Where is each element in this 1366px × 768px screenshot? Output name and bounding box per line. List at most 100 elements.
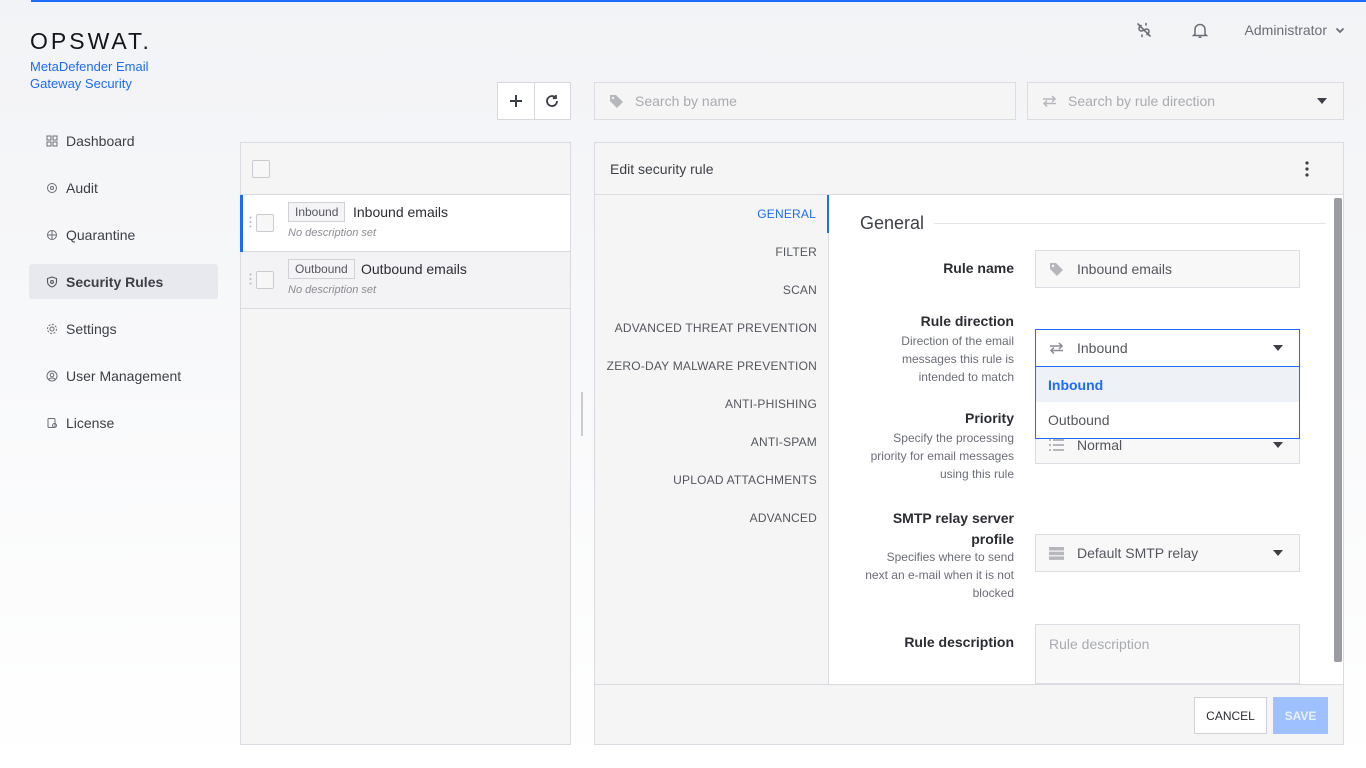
- rule-description-label: Rule description: [904, 634, 1014, 650]
- editor-footer: CANCEL SAVE: [595, 684, 1343, 744]
- tag-icon: [609, 93, 625, 109]
- sidebar-item-dashboard[interactable]: Dashboard: [29, 123, 218, 158]
- rule-list-toolbar: [497, 82, 571, 120]
- rule-direction-tag: Inbound: [288, 202, 346, 222]
- license-icon: [46, 417, 58, 429]
- bell-icon[interactable]: [1189, 19, 1211, 41]
- more-vertical-icon[interactable]: [1305, 161, 1309, 177]
- rule-item-outbound[interactable]: Outbound Outbound emails No description …: [241, 252, 570, 309]
- section-title: General: [860, 213, 925, 233]
- swap-arrows-icon: [1042, 93, 1058, 109]
- rule-description: No description set: [288, 284, 377, 296]
- rule-list: Inbound Inbound emails No description se…: [240, 142, 571, 745]
- sidebar-item-audit[interactable]: Audit: [29, 170, 218, 205]
- tab-advanced[interactable]: ADVANCED: [595, 499, 828, 537]
- drag-handle-icon[interactable]: [249, 216, 252, 228]
- refresh-icon: [546, 95, 559, 107]
- save-button[interactable]: SAVE: [1273, 697, 1328, 734]
- rule-direction-select[interactable]: Inbound: [1035, 329, 1300, 367]
- unlink-icon[interactable]: [1133, 19, 1155, 41]
- rule-item-inbound[interactable]: Inbound Inbound emails No description se…: [240, 195, 570, 252]
- panel-resize-handle[interactable]: [581, 392, 583, 436]
- rule-direction-value: Inbound: [1077, 340, 1128, 356]
- refresh-button[interactable]: [533, 83, 571, 119]
- tab-anti-spam[interactable]: ANTI-SPAM: [595, 423, 828, 461]
- rule-name-input[interactable]: Inbound emails: [1035, 250, 1300, 288]
- edit-security-rule-panel: Edit security rule GENERAL FILTER SCAN A…: [594, 142, 1344, 745]
- smtp-relay-help: Specifies where to send next an e-mail w…: [865, 550, 1014, 600]
- priority-help: Specify the processing priority for emai…: [870, 431, 1014, 481]
- smtp-relay-select[interactable]: Default SMTP relay: [1035, 534, 1300, 572]
- caret-down-icon: [1273, 442, 1283, 448]
- cancel-button[interactable]: CANCEL: [1194, 697, 1267, 734]
- user-name: Administrator: [1244, 22, 1327, 38]
- add-rule-button[interactable]: [498, 83, 534, 119]
- sidebar-item-license[interactable]: License: [29, 405, 218, 440]
- search-by-name-input[interactable]: Search by name: [594, 82, 1016, 120]
- user-menu[interactable]: Administrator: [1245, 22, 1345, 38]
- sidebar-item-user-management[interactable]: User Management: [29, 358, 218, 393]
- tab-scan[interactable]: SCAN: [595, 271, 828, 309]
- plus-icon: [509, 95, 522, 107]
- rule-description-placeholder: Rule description: [1049, 636, 1150, 652]
- dropdown-option-outbound[interactable]: Outbound: [1036, 402, 1299, 437]
- rule-direction-help: Direction of the email messages this rul…: [901, 334, 1014, 384]
- tab-advanced-threat-prevention[interactable]: ADVANCED THREAT PREVENTION: [595, 309, 828, 347]
- tab-anti-phishing[interactable]: ANTI-PHISHING: [595, 385, 828, 423]
- priority-label: Priority: [964, 410, 1014, 426]
- rule-checkbox[interactable]: [256, 214, 274, 232]
- rule-direction-tag: Outbound: [288, 259, 355, 279]
- tag-icon: [1049, 261, 1065, 277]
- rule-name: Inbound emails: [353, 204, 448, 220]
- rule-name-label: Rule name: [943, 260, 1014, 276]
- sidebar: Dashboard Audit Quarantine Security Rule…: [29, 123, 218, 452]
- header-actions: Administrator: [1133, 19, 1345, 41]
- editor-header: Edit security rule: [595, 143, 1343, 195]
- shield-icon: [46, 275, 58, 288]
- sidebar-item-settings[interactable]: Settings: [29, 311, 218, 346]
- smtp-relay-value: Default SMTP relay: [1077, 545, 1199, 561]
- rule-direction-label: Rule direction: [920, 313, 1014, 329]
- rule-name-value: Inbound emails: [1077, 261, 1172, 277]
- user-icon: [46, 370, 58, 382]
- tab-general[interactable]: GENERAL: [595, 195, 829, 233]
- dashboard-icon: [46, 135, 58, 147]
- priority-value: Normal: [1077, 437, 1123, 453]
- tab-upload-attachments[interactable]: UPLOAD ATTACHMENTS: [595, 461, 828, 499]
- search-by-direction-select[interactable]: Search by rule direction: [1027, 82, 1344, 120]
- rule-direction-dropdown: Inbound Outbound: [1035, 367, 1300, 439]
- server-icon: [1049, 545, 1065, 561]
- rule-checkbox[interactable]: [256, 271, 274, 289]
- opswat-logo: OPSWAT.: [30, 28, 152, 54]
- drag-handle-icon[interactable]: [249, 273, 252, 285]
- swap-arrows-icon: [1049, 340, 1065, 356]
- sidebar-item-quarantine[interactable]: Quarantine: [29, 217, 218, 252]
- caret-down-icon: [1273, 550, 1283, 556]
- quarantine-icon: [46, 229, 58, 241]
- audit-icon: [46, 182, 58, 194]
- list-icon: [1049, 437, 1065, 453]
- top-accent-line: [31, 0, 1366, 2]
- editor-scrollbar[interactable]: [1334, 198, 1342, 662]
- editor-form: General Rule name Inbound emails Rule di…: [830, 195, 1329, 684]
- rule-name: Outbound emails: [361, 261, 467, 277]
- caret-down-icon: [1273, 345, 1283, 351]
- rule-list-header: [241, 143, 570, 195]
- editor-title: Edit security rule: [610, 160, 714, 177]
- product-name: MetaDefender Email Gateway Security: [30, 59, 149, 91]
- sidebar-item-security-rules[interactable]: Security Rules: [29, 264, 218, 299]
- select-all-checkbox[interactable]: [252, 160, 270, 178]
- gear-icon: [46, 323, 58, 335]
- brand: OPSWAT. MetaDefender Email Gateway Secur…: [30, 28, 152, 92]
- search-by-name-placeholder: Search by name: [635, 93, 737, 109]
- search-by-direction-placeholder: Search by rule direction: [1068, 93, 1216, 109]
- section-divider: [934, 223, 1326, 224]
- tab-filter[interactable]: FILTER: [595, 233, 828, 271]
- tab-zero-day-malware-prevention[interactable]: ZERO-DAY MALWARE PREVENTION: [595, 347, 828, 385]
- editor-tabs: GENERAL FILTER SCAN ADVANCED THREAT PREV…: [595, 195, 829, 684]
- smtp-relay-label: SMTP relay server profile: [892, 510, 1014, 547]
- rule-description-textarea[interactable]: Rule description: [1035, 624, 1300, 684]
- chevron-down-icon: [1335, 27, 1345, 34]
- rule-description: No description set: [288, 227, 377, 239]
- dropdown-option-inbound[interactable]: Inbound: [1036, 367, 1299, 402]
